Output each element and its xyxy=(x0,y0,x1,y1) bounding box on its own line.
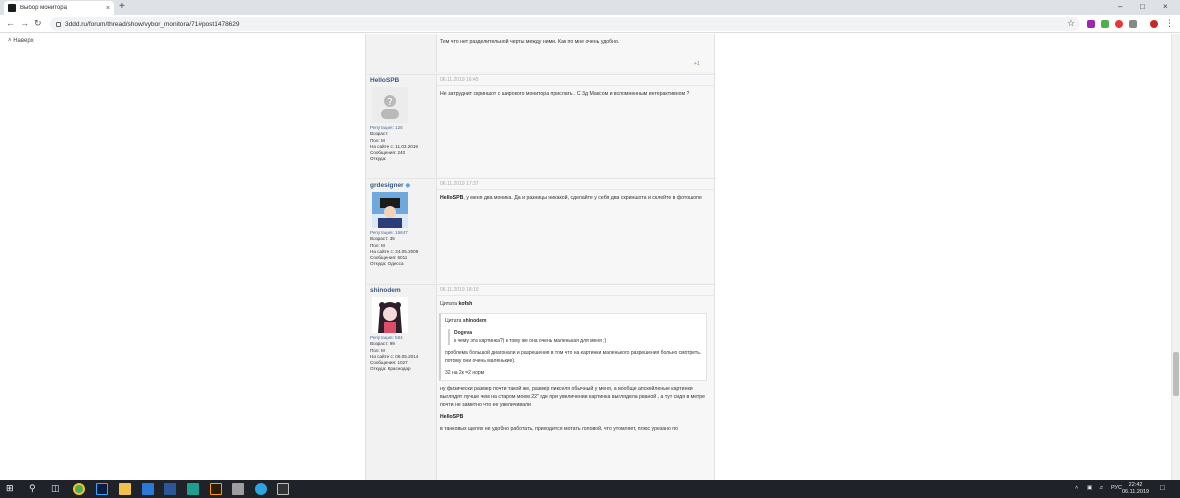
post-text: HelloSPB, у меня два моника. Да и разниц… xyxy=(440,195,702,201)
user-info: Репутация: 125 Возраст: Пол: М На сайте … xyxy=(370,125,418,162)
avatar xyxy=(372,192,408,228)
username-link[interactable]: grdesigner ◆ xyxy=(370,181,434,189)
window-close-button[interactable]: × xyxy=(1163,2,1168,11)
like-count[interactable]: +1 xyxy=(694,61,700,67)
post-text: Не затруднит скриншот с широкого монитор… xyxy=(440,91,690,97)
volume-icon[interactable]: ♬ xyxy=(1099,485,1105,491)
3dsmax-icon[interactable] xyxy=(187,483,199,495)
username-link[interactable]: HelloSPB xyxy=(370,77,434,84)
back-arrow-icon[interactable]: ← xyxy=(6,18,15,28)
post-text: Тем что нет разделительной черты между н… xyxy=(440,39,620,45)
forum-post: shinodem Репутация: 584 Возраст: 99 Пол:… xyxy=(366,284,716,481)
search-icon[interactable]: ⚲ xyxy=(29,483,36,494)
tab-title: Выбор монитора xyxy=(20,5,67,11)
tab-close-icon[interactable]: × xyxy=(106,5,110,12)
post-date: 06.11.2019 16:45 xyxy=(437,75,714,86)
new-tab-button[interactable]: + xyxy=(119,1,125,12)
site-favicon-icon xyxy=(8,4,16,12)
username-link[interactable]: shinodem xyxy=(370,287,434,294)
address-bar: ← → ↻ 3ddd.ru/forum/thread/show/vybor_mo… xyxy=(0,15,1180,33)
quote-block: Цитата shinodem Dogeva к чему эта картин… xyxy=(439,313,707,381)
illustrator-icon[interactable] xyxy=(210,483,222,495)
nested-quote-header: Цитата shinodem xyxy=(445,318,487,324)
post-body: 06.11.2019 17:37 HelloSPB, у меня два мо… xyxy=(436,179,714,283)
minimize-button[interactable]: – xyxy=(1118,2,1122,11)
network-icon[interactable]: ▣ xyxy=(1087,485,1092,491)
post-body: 06.11.2019 18:10 Цитата kofsh Цитата shi… xyxy=(436,285,714,481)
pinterest-icon[interactable] xyxy=(1115,20,1123,28)
url-text: 3ddd.ru/forum/thread/show/vybor_monitora… xyxy=(65,20,240,28)
calculator-icon[interactable] xyxy=(232,483,244,495)
windows-start-icon[interactable]: ⊞ xyxy=(6,483,14,494)
browser-tab-strip: Выбор монитора × + – □ × xyxy=(0,0,1180,15)
forum-post: grdesigner ◆ Репутация: 16647 Возраст: 3… xyxy=(366,178,716,283)
url-field[interactable]: 3ddd.ru/forum/thread/show/vybor_monitora… xyxy=(50,17,1080,31)
quote-text: 32 на 2к =2 норм xyxy=(445,370,485,376)
post-author-pane: shinodem Репутация: 584 Возраст: 99 Пол:… xyxy=(370,285,434,373)
language-indicator[interactable]: РУС xyxy=(1111,485,1122,491)
nested-quote: Dogeva к чему эта картинка?) к тому же о… xyxy=(448,329,702,345)
telegram-icon[interactable] xyxy=(255,483,267,495)
profile-avatar-icon[interactable] xyxy=(1150,20,1158,28)
diamond-badge-icon: ◆ xyxy=(405,182,411,189)
back-to-top-link[interactable]: ˄ Наверх xyxy=(8,38,34,44)
post-text: ну физически размер почти такой же, разм… xyxy=(440,386,706,408)
extension-icon[interactable] xyxy=(1101,20,1109,28)
lock-icon xyxy=(56,21,61,27)
post-date: 06.11.2019 17:37 xyxy=(437,179,714,190)
forum-thread: Тем что нет разделительной черты между н… xyxy=(365,34,716,481)
browser-tab[interactable]: Выбор монитора × xyxy=(4,1,114,15)
post-body: 06.11.2019 16:45 Не затруднит скриншот с… xyxy=(436,75,714,177)
task-view-icon[interactable]: ◫ xyxy=(51,483,60,494)
system-clock[interactable]: 22:42 06.11.2019 xyxy=(1122,482,1149,496)
word-icon[interactable] xyxy=(164,483,176,495)
forum-post: Тем что нет разделительной черты между н… xyxy=(366,34,716,72)
maximize-button[interactable]: □ xyxy=(1140,2,1145,11)
menu-dots-icon[interactable]: ⋮ xyxy=(1165,18,1174,29)
forum-post: HelloSPB ? Репутация: 125 Возраст: Пол: … xyxy=(366,74,716,177)
page-scrollbar[interactable] xyxy=(1171,34,1180,480)
svg-text:?: ? xyxy=(387,97,392,108)
avatar xyxy=(372,297,408,333)
tray-chevron-icon[interactable]: ˄ xyxy=(1075,485,1078,491)
quote-header: Цитата kofsh xyxy=(440,301,473,307)
post-date: 06.11.2019 18:10 xyxy=(437,285,714,296)
forward-arrow-icon[interactable]: → xyxy=(20,18,29,28)
post-author-pane: HelloSPB ? Репутация: 125 Возраст: Пол: … xyxy=(370,75,434,163)
app-icon[interactable] xyxy=(142,483,154,495)
file-explorer-icon[interactable] xyxy=(119,483,131,495)
avatar: ? xyxy=(372,87,408,123)
video-player-icon[interactable] xyxy=(277,483,289,495)
user-info: Репутация: 16647 Возраст: 35 Пол: М На с… xyxy=(370,230,419,267)
extension-icon[interactable] xyxy=(1087,20,1095,28)
reload-icon[interactable]: ↻ xyxy=(34,18,42,29)
page-content: ˄ Наверх Тем что нет разделительной черт… xyxy=(0,34,1180,481)
photoshop-icon[interactable] xyxy=(96,483,108,495)
post-text: HelloSPB xyxy=(440,414,464,420)
extension-icon[interactable] xyxy=(1129,20,1137,28)
user-info: Репутация: 584 Возраст: 99 Пол: М На сай… xyxy=(370,335,419,372)
chevron-up-icon: ˄ xyxy=(8,38,12,44)
post-text: в танковых щелях не удобно работать, при… xyxy=(440,426,678,432)
notifications-icon[interactable]: □ xyxy=(1160,483,1165,492)
bookmark-star-icon[interactable]: ☆ xyxy=(1067,18,1075,29)
chrome-icon[interactable] xyxy=(73,483,85,495)
post-body: Тем что нет разделительной черты между н… xyxy=(436,34,714,72)
quote-text: проблема большой диагонали и разрешения … xyxy=(445,350,702,364)
post-author-pane: grdesigner ◆ Репутация: 16647 Возраст: 3… xyxy=(370,179,434,268)
scrollbar-thumb[interactable] xyxy=(1173,352,1179,396)
taskbar: ⊞ ⚲ ◫ ˄ ▣ ♬ РУС 22:42 06.11.2019 □ xyxy=(0,480,1180,498)
